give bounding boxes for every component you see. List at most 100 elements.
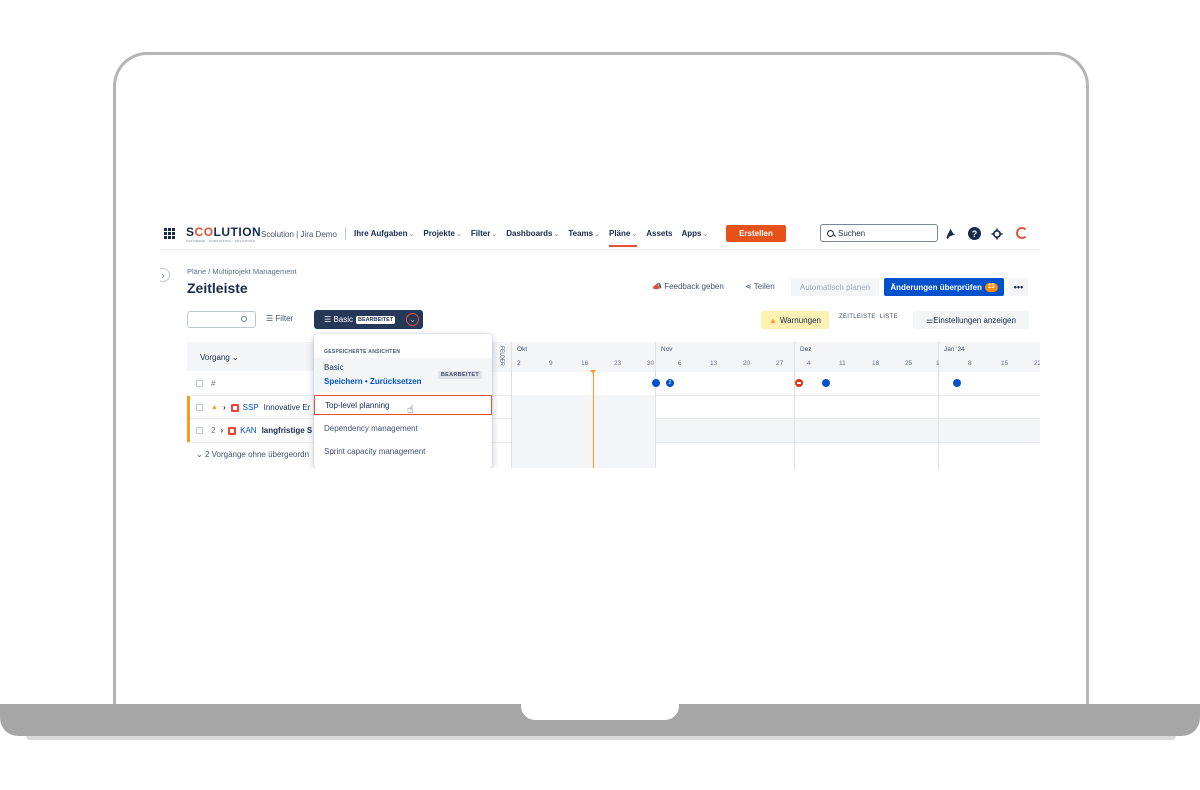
view-settings-button[interactable]: ⚌ Einstellungen anzeigen [913,311,1029,329]
sliders-icon: ⚌ [926,315,934,325]
current-view-item[interactable]: Basic Speichern • Zurücksetzen BEARBEITE… [314,358,492,392]
breadcrumb[interactable]: Pläne / Multiprojekt Management [187,267,297,276]
top-navigation: SCOLUTION SOFTWARE · CONSULTING · SOLUTI… [160,218,1040,250]
release-marker[interactable] [953,379,961,387]
edited-tag: BEARBEITET [355,315,396,324]
nav-filters[interactable]: Filter⌄ [471,229,497,238]
search-icon [827,229,834,237]
share-icon: ⋖ [745,282,754,291]
chevron-down-icon: ⌄ [553,231,560,238]
nav-separator [345,227,346,240]
filter-button[interactable]: ☰ Filter [266,314,293,323]
chevron-down-icon: ⌄ [594,231,600,238]
settings-gear-icon[interactable] [990,227,1003,240]
nav-apps[interactable]: Apps⌄ [681,229,708,238]
app-switcher-icon[interactable] [164,228,175,239]
release-marker-group[interactable]: 2 [666,379,674,387]
day-label: 25 [905,360,913,367]
chevron-down-icon[interactable]: ⌄ [406,313,419,326]
month-label: Okt [517,346,528,353]
current-view-name: Basic [324,363,344,372]
timeline-mode-button[interactable]: ZEITLEISTE [839,314,876,320]
laptop-base-shadow [26,736,1176,740]
select-all-checkbox[interactable] [196,380,203,387]
nav-dashboards[interactable]: Dashboards⌄ [506,229,559,238]
release-blocked-marker[interactable] [795,379,803,387]
search-icon [241,316,247,322]
edited-tag: BEARBEITET [437,371,482,379]
issue-column-label[interactable]: Vorgang ⌄ [200,353,239,362]
changes-count-badge: 13 [984,282,998,292]
today-marker-line [593,372,594,468]
nav-teams[interactable]: Teams⌄ [568,229,600,238]
today-marker-icon [590,370,596,374]
day-label: 8 [968,360,972,367]
saved-views-dropdown: GESPEICHERTE ANSICHTEN Basic Speichern •… [314,334,492,468]
share-button[interactable]: ⋖ Teilen [745,282,775,291]
month-label: Jan '24 [944,346,965,353]
chevron-down-icon: ⌄ [631,231,638,238]
row-checkbox[interactable] [196,404,203,411]
day-label: 27 [776,360,784,367]
expand-row-icon[interactable]: › [223,403,226,412]
filter-icon: ☰ [266,314,276,323]
timeline-search-input[interactable] [187,311,256,328]
view-icon: ☰ [324,315,334,324]
site-name[interactable]: Scolution | Jira Demo [261,230,337,239]
nav-projects[interactable]: Projekte⌄ [423,229,461,238]
saved-views-heading: GESPEICHERTE ANSICHTEN [324,349,401,355]
more-actions-button[interactable]: ••• [1009,278,1028,296]
release-marker[interactable] [652,379,660,387]
day-label: 1 [936,360,940,367]
timeline-grid: Okt Nov Dez Jan '24 2 9 16 23 30 6 13 20… [511,342,1040,468]
row-checkbox[interactable] [196,427,203,434]
view-option-sprint-capacity[interactable]: Sprint capacity management [314,441,492,461]
day-label: 9 [549,360,553,367]
fields-column-toggle[interactable]: FELDER [491,342,511,372]
megaphone-icon: 📣 [652,282,665,291]
warning-icon: ▲ [769,315,777,325]
create-button[interactable]: Erstellen [726,225,786,242]
month-divider [655,342,656,468]
nav-items: Ihre Aufgaben⌄ Projekte⌄ Filter⌄ Dashboa… [354,229,717,247]
nav-plans[interactable]: Pläne⌄ [609,229,638,247]
nav-your-work[interactable]: Ihre Aufgaben⌄ [354,229,414,238]
nav-assets[interactable]: Assets [646,229,672,238]
search-input[interactable]: Suchen [820,224,938,242]
help-icon[interactable]: ? [968,227,981,240]
notifications-icon[interactable] [944,227,957,240]
day-label: 16 [581,360,589,367]
epic-type-icon [228,426,237,435]
view-mode-toggle: ZEITLEISTE LISTE [839,314,898,320]
scolution-logo[interactable]: SCOLUTION [186,225,261,239]
day-label: 13 [710,360,718,367]
feedback-button[interactable]: 📣 Feedback geben [652,282,724,291]
ungrouped-issues-toggle[interactable]: ⌄ 2 Vorgänge ohne übergeordn [196,450,309,459]
logo-subtitle: SOFTWARE · CONSULTING · SOLUTIONS [186,239,255,243]
view-selector-button[interactable]: ☰ Basic BEARBEITET ⌄ [314,310,423,329]
epic-type-icon [230,403,239,412]
expand-row-icon[interactable]: › [220,426,223,435]
profile-avatar[interactable] [1016,227,1028,239]
day-label: 22 [1034,360,1040,367]
chevron-down-icon: ⌄ [491,231,498,238]
month-label: Nov [661,346,673,353]
reset-view-link[interactable]: Zurücksetzen [370,377,422,386]
save-view-link[interactable]: Speichern [324,377,363,386]
view-actions: Speichern • Zurücksetzen [324,377,422,386]
warnings-button[interactable]: ▲ Warnungen [761,311,829,329]
review-changes-button[interactable]: Änderungen überprüfen 13 [884,278,1004,296]
day-label: 15 [1001,360,1009,367]
sidebar-expand-button[interactable]: › [160,268,170,282]
day-label: 30 [647,360,655,367]
chevron-down-icon: ⌄ [408,231,415,238]
chevron-down-icon: ⌄ [455,231,462,238]
warning-icon: ▲ [211,404,218,411]
release-marker[interactable] [822,379,830,387]
view-option-top-level-planning[interactable]: Top-level planning [314,395,492,415]
jira-screen: SCOLUTION SOFTWARE · CONSULTING · SOLUTI… [160,218,1040,468]
list-mode-button[interactable]: LISTE [880,314,898,320]
auto-schedule-button[interactable]: Automatisch planen [791,278,879,296]
month-label: Dez [800,346,812,353]
view-option-dependency-management[interactable]: Dependency management [314,418,492,438]
